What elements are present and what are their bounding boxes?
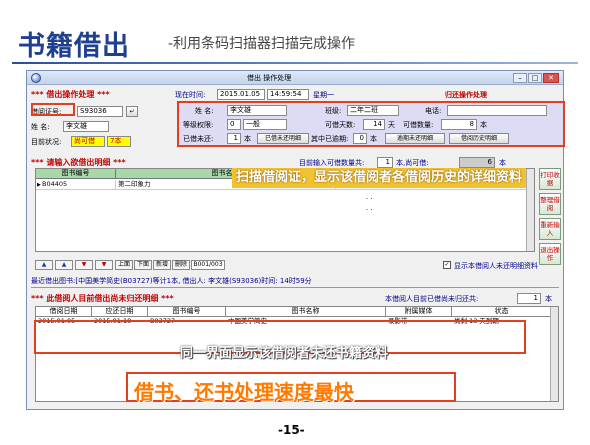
history-detail-button[interactable]: 借阅历史明细 <box>449 133 509 144</box>
info-borrowed-field: 1 <box>227 133 241 144</box>
delete-record-button[interactable]: 删除 <box>172 260 190 270</box>
info-qty-label: 可借数量: <box>403 121 434 129</box>
page-up-button[interactable]: 上面 <box>115 260 133 270</box>
info-qty-field: 8 <box>441 119 477 130</box>
slide-title: 书籍借出 <box>18 31 130 62</box>
info-borrowed-unit: 本 <box>244 135 251 143</box>
unreturned-count-label: 本借阅人目前已借尚未归还共: <box>385 295 479 303</box>
window-title: 借出 操作处理 <box>247 74 292 82</box>
section-divider <box>31 287 559 288</box>
info-overdue-label: 其中已逾期: <box>311 135 349 143</box>
enter-icon[interactable]: ↵ <box>126 106 138 117</box>
info-days-unit: 天 <box>388 121 395 129</box>
status-value: 尚可借 <box>71 136 105 147</box>
input-count-unit: 本,尚可借: <box>396 159 429 167</box>
input-remain-unit: 本 <box>499 159 506 167</box>
input-section-heading: *** 请输入欲借出明细 *** <box>31 158 126 167</box>
column-header-borrow-date: 借阅日期 <box>36 307 92 317</box>
add-record-button[interactable]: 新增 <box>153 260 171 270</box>
row-pointer-icon: ▶ <box>37 182 41 188</box>
info-borrowed-label: 已借未还: <box>183 135 214 143</box>
info-phone-field <box>447 105 547 116</box>
card-highlight-box <box>31 103 75 116</box>
header-divider <box>12 62 578 64</box>
close-icon[interactable]: ✕ <box>543 73 559 83</box>
minimize-icon[interactable]: – <box>513 73 527 83</box>
unreturned-count-unit: 本 <box>545 295 552 303</box>
window-titlebar: 借出 操作处理 – □ ✕ <box>27 71 563 85</box>
borrower-info-panel: 姓 名: 李文雄 班级: 二年二班 电话: 等级权限: 0 一般 可借天数: 1… <box>177 101 565 147</box>
info-level-value: 一般 <box>243 119 287 130</box>
row-code: B04405 <box>36 180 116 190</box>
now-weekday: 星期一 <box>313 91 334 99</box>
info-days-label: 可借天数: <box>325 121 356 129</box>
recent-borrow-text: 最近借出图书:[中国美学简史(B03727)等计1本, 借出人: 李文雄(S93… <box>31 277 312 285</box>
borrowed-detail-button[interactable]: 已借未还明细 <box>257 133 309 144</box>
show-unreturned-checkbox[interactable]: ✓ <box>443 261 451 269</box>
print-receipt-button[interactable]: 打印收据 <box>539 168 561 190</box>
card-number-input[interactable]: S93036 <box>77 106 123 117</box>
row-dots: . . <box>366 193 373 201</box>
input-count-value: 1 <box>377 157 393 168</box>
first-record-button[interactable]: ▲ <box>35 260 53 270</box>
info-name-label: 姓 名: <box>195 107 214 115</box>
now-time-label: 现在时间: <box>175 91 206 99</box>
page-number: -15- <box>278 423 305 437</box>
info-overdue-unit: 本 <box>370 135 377 143</box>
column-header-media: 附属媒体 <box>386 307 452 317</box>
next-record-button[interactable]: ▼ <box>75 260 93 270</box>
re-enter-button[interactable]: 重新输入 <box>539 218 561 240</box>
same-screen-callout: 同一界面显示该借阅者未还书籍资料 <box>180 346 389 361</box>
return-operation-tab[interactable]: 归还操作处理 <box>445 90 487 100</box>
borrower-name-label: 姓 名: <box>31 123 50 131</box>
overdue-detail-button[interactable]: 逾期未还明细 <box>385 133 445 144</box>
slide-subtitle: -利用条码扫描器扫描完成操作 <box>168 36 356 52</box>
info-level-label: 等级权限: <box>183 121 214 129</box>
column-header-due-date: 应还日期 <box>92 307 148 317</box>
info-class-label: 班级: <box>325 107 342 115</box>
column-header-code: 图书编号 <box>36 169 116 179</box>
info-level-code: 0 <box>227 119 241 130</box>
page-down-button[interactable]: 下面 <box>134 260 152 270</box>
info-overdue-field: 0 <box>353 133 367 144</box>
column-header-book-name: 图书名称 <box>226 307 386 317</box>
scan-callout: 扫描借阅证，显示该借阅者各借阅历史的详细资料 <box>232 168 527 188</box>
now-time-field: 14:59:54 <box>267 89 309 100</box>
info-qty-unit: 本 <box>480 121 487 129</box>
info-name-field: 李文雄 <box>227 105 287 116</box>
last-record-button[interactable]: ▼ <box>95 260 113 270</box>
app-icon <box>31 73 41 83</box>
record-indicator: B001/003 <box>191 260 225 270</box>
info-class-field: 二年二班 <box>347 105 399 116</box>
checkout-heading: *** 借出操作处理 *** <box>31 90 110 99</box>
input-remain-value: 6 <box>459 157 495 168</box>
unreturned-heading: *** 此借阅人目前借出尚未归还明细 *** <box>31 294 174 303</box>
info-phone-label: 电话: <box>425 107 442 115</box>
exit-operation-button[interactable]: 退出操作 <box>539 243 561 265</box>
row-dots: . . <box>366 204 373 212</box>
vertical-scrollbar[interactable] <box>526 169 534 251</box>
now-date-field: 2015.01.05 <box>217 89 265 100</box>
status-count: 7本 <box>107 136 131 147</box>
status-label: 目前状况: <box>31 138 62 146</box>
borrower-name-field: 李文雄 <box>63 121 109 132</box>
info-days-field: 14 <box>363 119 385 130</box>
column-header-book-code: 图书编号 <box>148 307 226 317</box>
prev-record-button[interactable]: ▲ <box>55 260 73 270</box>
input-count-label: 目前输入可借数量共: <box>299 159 365 167</box>
show-unreturned-label: 显示本借阅人未还明细资料 <box>454 262 538 270</box>
unreturned-count-value: 1 <box>517 293 541 304</box>
speed-callout: 借书、还书处理速度最快 <box>134 380 354 404</box>
maximize-icon[interactable]: □ <box>528 73 542 83</box>
column-header-status: 状态 <box>452 307 552 317</box>
sort-borrow-button[interactable]: 整理借阅 <box>539 193 561 215</box>
